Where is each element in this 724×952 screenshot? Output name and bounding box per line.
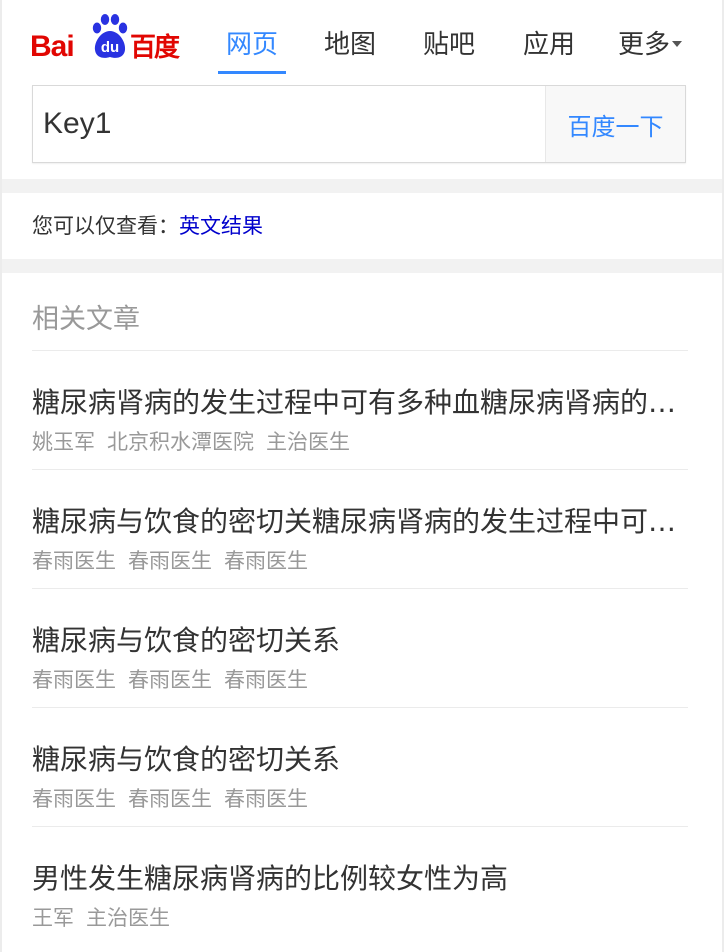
article-source: 春雨医生 <box>32 787 116 811</box>
article-meta: 王军 主治医生 <box>32 903 182 933</box>
article-item[interactable]: 糖尿病与饮食的密切关糖尿病肾病的发生过程中可有多种 春雨医生 春雨医生 春雨医生 <box>32 470 688 589</box>
english-results-link[interactable]: 英文结果 <box>179 214 263 238</box>
tab-tieba[interactable]: 贴吧 <box>420 28 478 74</box>
separator <box>2 259 722 273</box>
article-source: 春雨医生 <box>224 549 308 573</box>
logo-paw-text: du <box>101 39 119 56</box>
caret-down-icon <box>672 40 683 47</box>
section-title: 相关文章 <box>32 304 140 335</box>
mobile-page: Bai du 百度 网页 地图 贴吧 应用 更多 百度一下 您可以仅查看：英文结… <box>0 0 724 952</box>
article-title[interactable]: 糖尿病与饮食的密切关糖尿病肾病的发生过程中可有多种 <box>32 503 688 541</box>
search-box: 百度一下 <box>32 85 686 163</box>
article-source: 北京积水潭医院 <box>107 430 254 454</box>
hint-prefix: 您可以仅查看： <box>32 214 179 238</box>
article-title[interactable]: 糖尿病与饮食的密切关系 <box>32 622 688 660</box>
article-source: 主治医生 <box>86 906 170 930</box>
tab-map[interactable]: 地图 <box>322 28 378 74</box>
logo-chinese-text: 百度 <box>130 33 180 63</box>
article-item[interactable]: 糖尿病与饮食的密切关系 春雨医生 春雨医生 春雨医生 <box>32 708 688 827</box>
tab-more-label: 更多 <box>618 30 671 60</box>
article-meta: 姚玉军 北京积水潭医院 主治医生 <box>32 427 362 457</box>
article-source: 春雨医生 <box>32 668 116 692</box>
tab-more[interactable]: 更多 <box>618 28 692 74</box>
article-meta: 春雨医生 春雨医生 春雨医生 <box>32 784 320 814</box>
logo-latin-text: Bai <box>30 30 75 63</box>
paw-icon: du <box>92 14 128 58</box>
article-item[interactable]: 糖尿病肾病的发生过程中可有多种血糖尿病肾病的发生过程中可有多种血姚玉军北京积水潭… <box>32 351 688 470</box>
article-meta: 春雨医生 春雨医生 春雨医生 <box>32 546 320 576</box>
header: Bai du 百度 网页 地图 贴吧 应用 更多 <box>2 0 722 84</box>
article-source: 王军 <box>32 906 74 930</box>
article-title[interactable]: 男性发生糖尿病肾病的比例较女性为高 <box>32 860 688 898</box>
tab-app[interactable]: 应用 <box>520 28 578 74</box>
search-button[interactable]: 百度一下 <box>545 86 685 162</box>
article-source: 春雨医生 <box>224 668 308 692</box>
article-title[interactable]: 糖尿病与饮食的密切关系 <box>32 741 688 779</box>
separator <box>2 179 722 193</box>
article-meta: 春雨医生 春雨医生 春雨医生 <box>32 665 320 695</box>
article-item[interactable]: 男性发生糖尿病肾病的比例较女性为高王军 主治医生 <box>32 827 688 945</box>
article-source: 春雨医生 <box>224 787 308 811</box>
tab-web[interactable]: 网页 <box>218 28 286 74</box>
article-source: 春雨医生 <box>128 549 212 573</box>
search-input[interactable] <box>33 86 547 162</box>
article-item[interactable]: 糖尿病与饮食的密切关系 春雨医生 春雨医生 春雨医生 <box>32 589 688 708</box>
article-source: 姚玉军 <box>32 430 95 454</box>
article-source: 春雨医生 <box>128 787 212 811</box>
article-list: 糖尿病肾病的发生过程中可有多种血糖尿病肾病的发生过程中可有多种血姚玉军北京积水潭… <box>32 351 688 945</box>
article-source: 主治医生 <box>266 430 350 454</box>
article-source: 春雨医生 <box>32 549 116 573</box>
baidu-logo[interactable]: Bai du 百度 <box>30 14 182 62</box>
article-title[interactable]: 糖尿病肾病的发生过程中可有多种血糖尿病肾病的发生过程中可有多种血 <box>32 384 688 422</box>
language-filter-hint: 您可以仅查看：英文结果 <box>32 193 263 259</box>
article-source: 春雨医生 <box>128 668 212 692</box>
